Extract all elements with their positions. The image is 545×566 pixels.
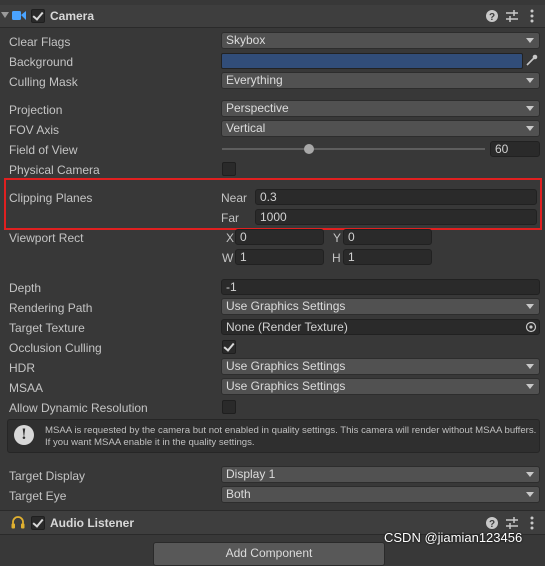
foldout-arrow-icon[interactable] (1, 12, 9, 18)
msaa-label: MSAA (9, 381, 44, 395)
clear-flags-value: Skybox (226, 33, 266, 47)
physical-camera-label: Physical Camera (9, 163, 100, 177)
object-picker-icon[interactable] (525, 321, 537, 333)
background-label: Background (9, 55, 74, 69)
chevron-down-icon (526, 78, 534, 83)
msaa-help-box: ! MSAA is requested by the camera but no… (7, 419, 540, 453)
fov-axis-label: FOV Axis (9, 123, 60, 137)
component-title: Camera (50, 9, 95, 23)
info-icon: ! (14, 425, 34, 445)
physical-camera-checkbox[interactable] (222, 162, 236, 176)
viewport-x-label: X (226, 231, 235, 245)
camera-component-header[interactable]: Camera ? (0, 5, 545, 28)
chevron-down-icon (526, 492, 534, 497)
camera-enabled-checkbox[interactable] (31, 9, 45, 23)
viewport-x-field[interactable]: 0 (235, 229, 324, 245)
chevron-down-icon (526, 106, 534, 111)
viewport-y-label: Y (333, 231, 342, 245)
allow-dynamic-resolution-label: Allow Dynamic Resolution (9, 401, 148, 415)
occlusion-culling-checkbox[interactable] (222, 340, 236, 354)
add-component-button[interactable]: Add Component (153, 542, 385, 566)
presets-icon[interactable] (506, 10, 518, 22)
rendering-path-label: Rendering Path (9, 301, 93, 315)
viewport-w-field[interactable]: 1 (235, 249, 324, 265)
target-texture-label: Target Texture (9, 321, 85, 335)
msaa-value: Use Graphics Settings (226, 379, 346, 393)
culling-mask-label: Culling Mask (9, 75, 78, 89)
msaa-dropdown[interactable]: Use Graphics Settings (221, 378, 540, 395)
viewport-w-label: W (222, 251, 234, 265)
fov-value-field[interactable]: 60 (490, 141, 540, 157)
occlusion-culling-label: Occlusion Culling (9, 341, 102, 355)
clipping-planes-label: Clipping Planes (9, 191, 93, 205)
far-clip-field[interactable]: 1000 (255, 209, 537, 225)
target-display-label: Target Display (9, 469, 86, 483)
chevron-down-icon (526, 304, 534, 309)
near-label: Near (221, 191, 248, 205)
help-icon[interactable]: ? (486, 10, 498, 22)
fov-axis-value: Vertical (226, 121, 266, 135)
target-eye-label: Target Eye (9, 489, 67, 503)
kebab-menu-icon[interactable] (530, 9, 534, 23)
kebab-menu-icon[interactable] (530, 516, 534, 530)
fov-axis-dropdown[interactable]: Vertical (221, 120, 540, 137)
depth-field[interactable]: -1 (221, 279, 540, 295)
viewport-rect-label: Viewport Rect (9, 231, 84, 245)
msaa-help-text: MSAA is requested by the camera but not … (45, 425, 537, 448)
svg-text:?: ? (489, 519, 495, 529)
projection-dropdown[interactable]: Perspective (221, 100, 540, 117)
chevron-down-icon (526, 364, 534, 369)
target-eye-dropdown[interactable]: Both (221, 486, 540, 503)
svg-text:?: ? (489, 12, 495, 22)
help-icon[interactable]: ? (486, 517, 498, 529)
target-display-dropdown[interactable]: Display 1 (221, 466, 540, 483)
clear-flags-label: Clear Flags (9, 35, 71, 49)
rendering-path-value: Use Graphics Settings (226, 299, 346, 313)
culling-mask-dropdown[interactable]: Everything (221, 72, 540, 89)
target-texture-field[interactable]: None (Render Texture) (221, 319, 540, 335)
chevron-down-icon (526, 126, 534, 131)
audio-listener-enabled-checkbox[interactable] (31, 516, 45, 530)
far-label: Far (221, 211, 239, 225)
presets-icon[interactable] (506, 517, 518, 529)
background-color-swatch[interactable] (221, 53, 523, 69)
audio-listener-title: Audio Listener (50, 516, 135, 530)
allow-dynamic-resolution-checkbox[interactable] (222, 400, 236, 414)
viewport-h-label: H (332, 251, 341, 265)
viewport-y-field[interactable]: 0 (343, 229, 432, 245)
near-clip-field[interactable]: 0.3 (255, 189, 537, 205)
viewport-h-field[interactable]: 1 (343, 249, 432, 265)
depth-label: Depth (9, 281, 42, 295)
eyedropper-icon[interactable] (526, 54, 538, 66)
culling-mask-value: Everything (226, 73, 283, 87)
hdr-value: Use Graphics Settings (226, 359, 346, 373)
watermark: CSDN @jiamian123456 (384, 530, 523, 545)
target-texture-value: None (Render Texture) (226, 320, 348, 334)
field-of-view-label: Field of View (9, 143, 78, 157)
headphones-icon (11, 516, 25, 529)
rendering-path-dropdown[interactable]: Use Graphics Settings (221, 298, 540, 315)
fov-slider-track[interactable] (222, 148, 485, 150)
target-eye-value: Both (226, 487, 251, 501)
projection-value: Perspective (226, 101, 289, 115)
hdr-dropdown[interactable]: Use Graphics Settings (221, 358, 540, 375)
chevron-down-icon (526, 384, 534, 389)
camera-icon (12, 11, 26, 20)
chevron-down-icon (526, 472, 534, 477)
chevron-down-icon (526, 38, 534, 43)
fov-slider-thumb[interactable] (303, 144, 314, 154)
hdr-label: HDR (9, 361, 35, 375)
projection-label: Projection (9, 103, 63, 117)
target-display-value: Display 1 (226, 467, 276, 481)
clear-flags-dropdown[interactable]: Skybox (221, 32, 540, 49)
